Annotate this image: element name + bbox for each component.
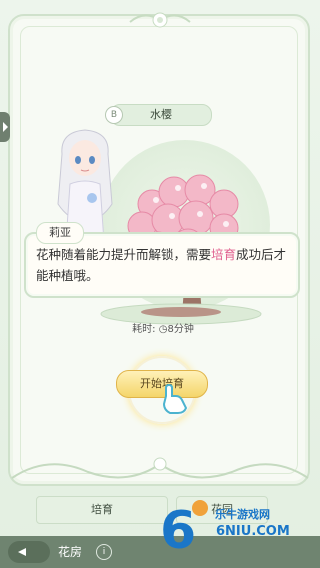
- time-value: 8分钟: [167, 324, 194, 335]
- dialog-highlight: 培育: [211, 247, 237, 262]
- flower-ornament-icon: [129, 12, 191, 28]
- time-label: 耗时:: [132, 324, 156, 335]
- time-cost: 耗时: ◷8分钟: [128, 320, 198, 335]
- flower-name-pill: B 水樱: [105, 104, 212, 126]
- pointing-hand-icon: [162, 384, 188, 414]
- info-icon[interactable]: i: [96, 544, 112, 560]
- tab-cultivate[interactable]: 培育: [36, 496, 168, 524]
- dialog-text-part: 花种随着能力提升而解锁，需要: [36, 247, 212, 262]
- dialog-text: 花种随着能力提升而解锁，需要培育成功后才能种植哦。: [36, 244, 292, 286]
- flower-name: 水樱: [150, 108, 172, 121]
- vine-ornament-icon: [11, 457, 309, 479]
- nav-title: 花房: [58, 545, 83, 559]
- watermark-url: 6NIU.COM: [216, 524, 290, 539]
- back-button[interactable]: [8, 541, 50, 563]
- grade-badge: B: [105, 106, 123, 124]
- speaker-name: 莉亚: [36, 222, 84, 244]
- watermark-text: 乐牛游戏网: [215, 508, 270, 521]
- expand-side-button[interactable]: [0, 112, 10, 142]
- svg-text:6: 6: [160, 501, 196, 552]
